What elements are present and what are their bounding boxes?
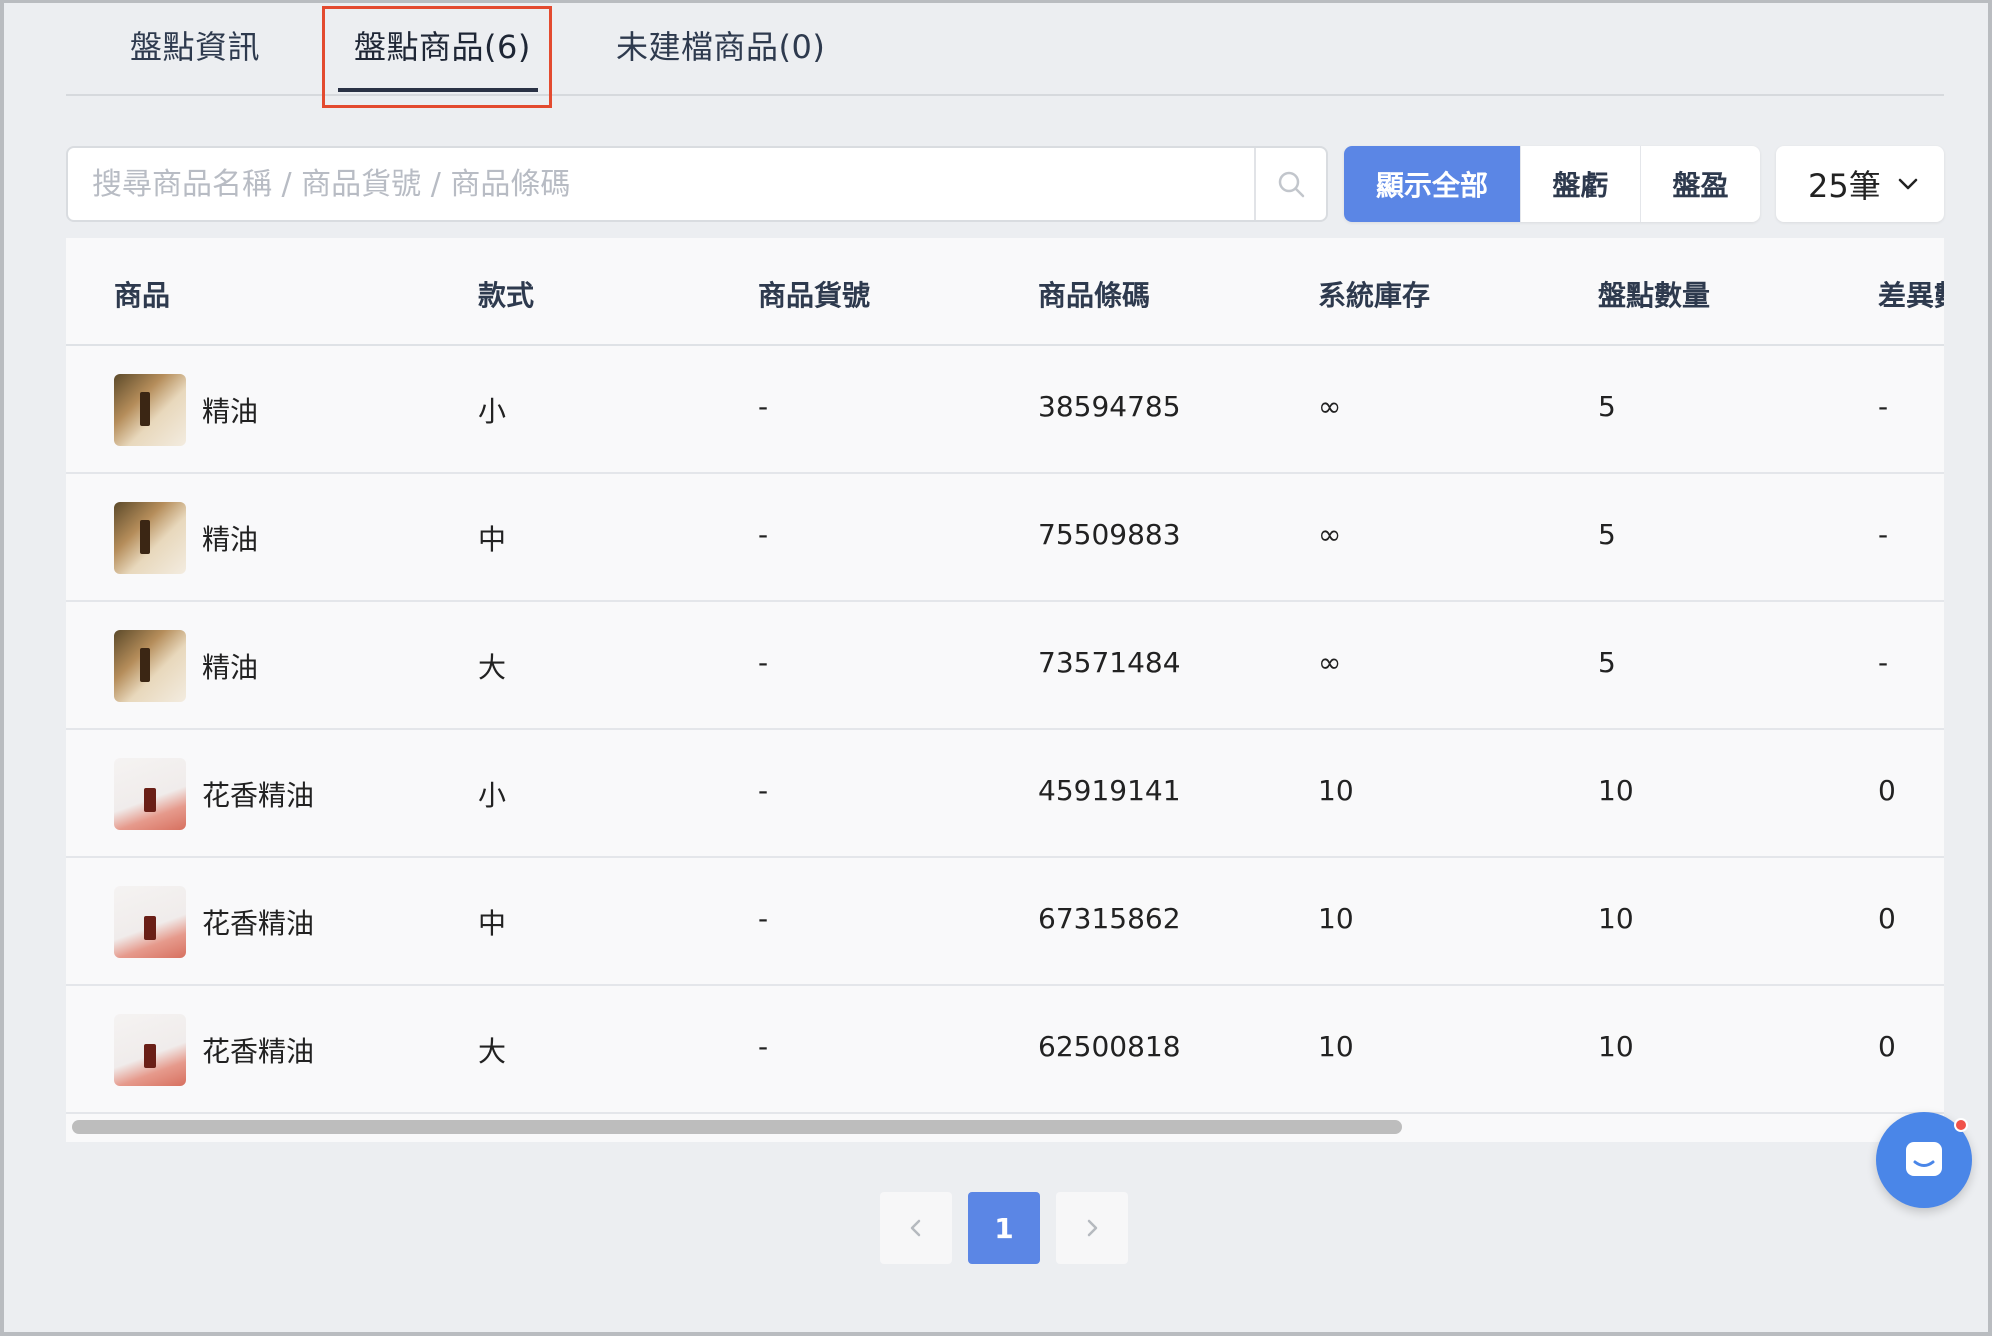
difference: - xyxy=(1878,518,1889,551)
counted-qty: 10 xyxy=(1598,774,1634,807)
product-name: 花香精油 xyxy=(202,1035,315,1068)
search-button[interactable] xyxy=(1254,148,1326,220)
product-sku: - xyxy=(758,1030,769,1063)
system-stock: 10 xyxy=(1318,774,1354,807)
product-name: 精油 xyxy=(202,523,259,556)
column-header-difference: 差異數 xyxy=(1878,279,1944,312)
product-thumbnail xyxy=(114,374,186,446)
product-style: 大 xyxy=(478,651,507,684)
system-stock: ∞ xyxy=(1318,646,1342,679)
filter-button-group: 顯示全部 盤虧 盤盈 xyxy=(1344,146,1760,222)
product-thumbnail xyxy=(114,502,186,574)
product-sku: - xyxy=(758,774,769,807)
pagination-prev-button[interactable] xyxy=(880,1192,952,1264)
search-input[interactable] xyxy=(92,148,1232,220)
product-thumbnail xyxy=(114,1014,186,1086)
product-thumbnail xyxy=(114,886,186,958)
chevron-left-icon xyxy=(910,1219,921,1237)
filter-show-all-button[interactable]: 顯示全部 xyxy=(1344,146,1520,222)
difference: 0 xyxy=(1878,774,1896,807)
product-barcode: 38594785 xyxy=(1038,390,1181,423)
search-box xyxy=(66,146,1328,222)
page-size-select[interactable]: 25筆 xyxy=(1776,146,1944,222)
difference: 0 xyxy=(1878,1030,1896,1063)
chevron-down-icon xyxy=(1898,178,1918,190)
tab-unregistered-products[interactable]: 未建檔商品(0) xyxy=(616,22,825,68)
notification-dot xyxy=(1954,1118,1968,1132)
product-sku: - xyxy=(758,902,769,935)
chat-icon xyxy=(1906,1142,1942,1176)
filter-gain-button[interactable]: 盤盈 xyxy=(1640,146,1760,222)
table-header: 商品 款式 商品貨號 商品條碼 系統庫存 盤點數量 差異數 xyxy=(66,238,1944,346)
product-barcode: 75509883 xyxy=(1038,518,1181,551)
tab-highlight-box xyxy=(322,6,552,108)
column-header-barcode: 商品條碼 xyxy=(1038,279,1151,312)
chat-widget-button[interactable] xyxy=(1876,1112,1972,1208)
column-header-system-stock: 系統庫存 xyxy=(1318,279,1431,312)
difference: - xyxy=(1878,390,1889,423)
counted-qty: 10 xyxy=(1598,902,1634,935)
tab-inventory-info[interactable]: 盤點資訊 xyxy=(130,22,260,68)
pagination-next-button[interactable] xyxy=(1056,1192,1128,1264)
product-style: 大 xyxy=(478,1035,507,1068)
counted-qty: 5 xyxy=(1598,518,1616,551)
product-sku: - xyxy=(758,518,769,551)
product-name: 花香精油 xyxy=(202,907,315,940)
product-thumbnail xyxy=(114,630,186,702)
product-name: 精油 xyxy=(202,395,259,428)
inventory-table: 商品 款式 商品貨號 商品條碼 系統庫存 盤點數量 差異數 精油 小 - 385… xyxy=(66,238,1944,1142)
search-icon xyxy=(1278,171,1305,198)
system-stock: 10 xyxy=(1318,1030,1354,1063)
product-thumbnail xyxy=(114,758,186,830)
product-barcode: 73571484 xyxy=(1038,646,1181,679)
chevron-right-icon xyxy=(1087,1219,1098,1237)
column-header-product: 商品 xyxy=(114,279,171,312)
product-name: 花香精油 xyxy=(202,779,315,812)
system-stock: ∞ xyxy=(1318,518,1342,551)
product-sku: - xyxy=(758,646,769,679)
counted-qty: 5 xyxy=(1598,646,1616,679)
difference: - xyxy=(1878,646,1889,679)
system-stock: ∞ xyxy=(1318,390,1342,423)
filter-loss-button[interactable]: 盤虧 xyxy=(1520,146,1640,222)
table-row: 精油 小 - 38594785 ∞ 5 - xyxy=(66,346,1944,474)
page-size-value: 25筆 xyxy=(1808,167,1881,205)
product-barcode: 67315862 xyxy=(1038,902,1181,935)
counted-qty: 10 xyxy=(1598,1030,1634,1063)
table-row: 花香精油 中 - 67315862 10 10 0 xyxy=(66,858,1944,986)
product-sku: - xyxy=(758,390,769,423)
product-name: 精油 xyxy=(202,651,259,684)
table-row: 花香精油 大 - 62500818 10 10 0 xyxy=(66,986,1944,1114)
counted-qty: 5 xyxy=(1598,390,1616,423)
horizontal-scrollbar[interactable] xyxy=(72,1120,1402,1134)
pagination-page-button[interactable]: 1 xyxy=(968,1192,1040,1264)
column-header-style: 款式 xyxy=(478,279,535,312)
table-row: 花香精油 小 - 45919141 10 10 0 xyxy=(66,730,1944,858)
product-barcode: 62500818 xyxy=(1038,1030,1181,1063)
column-header-counted-qty: 盤點數量 xyxy=(1598,279,1711,312)
difference: 0 xyxy=(1878,902,1896,935)
column-header-sku: 商品貨號 xyxy=(758,279,871,312)
system-stock: 10 xyxy=(1318,902,1354,935)
table-row: 精油 大 - 73571484 ∞ 5 - xyxy=(66,602,1944,730)
product-style: 小 xyxy=(478,779,507,812)
product-style: 小 xyxy=(478,395,507,428)
product-style: 中 xyxy=(478,907,507,940)
product-barcode: 45919141 xyxy=(1038,774,1181,807)
table-row: 精油 中 - 75509883 ∞ 5 - xyxy=(66,474,1944,602)
product-style: 中 xyxy=(478,523,507,556)
